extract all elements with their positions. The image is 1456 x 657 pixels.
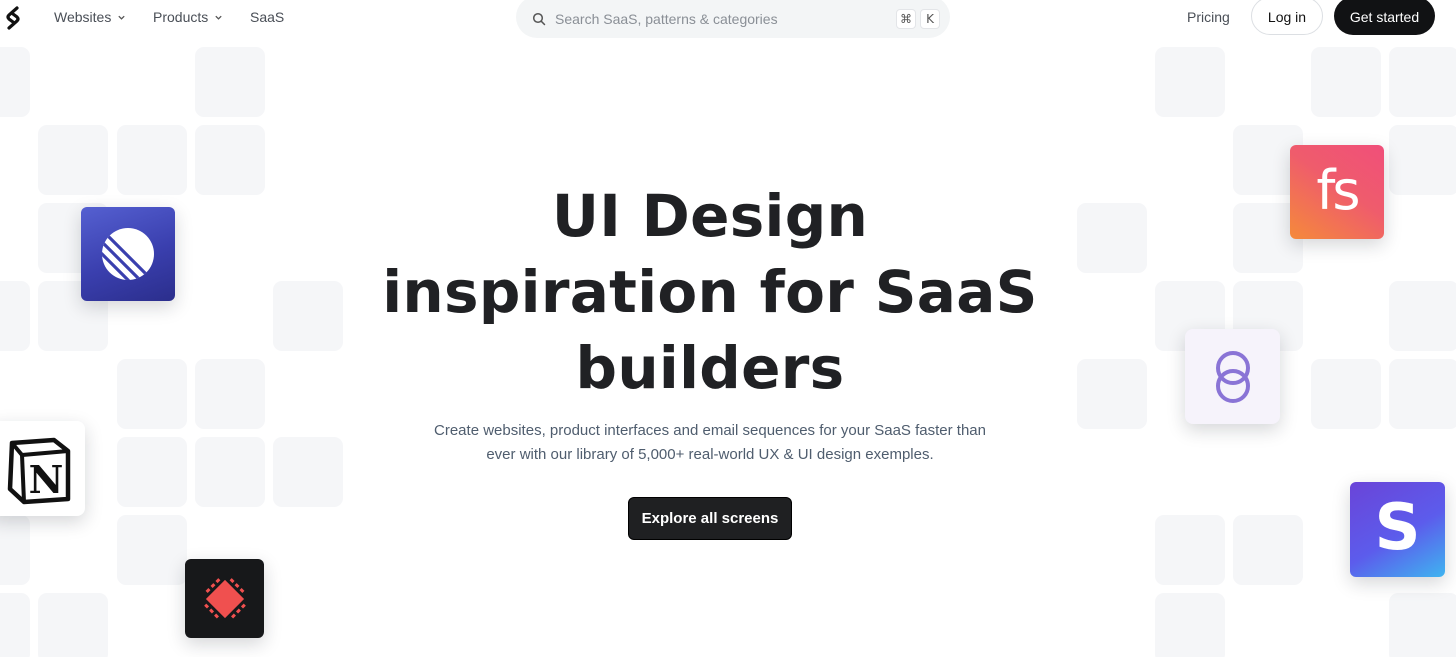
- nav-saas-link[interactable]: SaaS: [250, 9, 284, 25]
- background-tile: [195, 47, 265, 117]
- background-tile: [1311, 47, 1381, 117]
- background-tile: [0, 47, 30, 117]
- fs-logo-icon: fs: [1316, 158, 1360, 222]
- background-tile: [117, 515, 187, 585]
- linear-logo-icon: [102, 228, 154, 280]
- background-tile: [0, 515, 30, 585]
- nav-websites-menu[interactable]: Websites: [54, 9, 126, 25]
- background-tile: [38, 125, 108, 195]
- background-tile: [273, 281, 343, 351]
- background-tile: [1155, 515, 1225, 585]
- stripe-app-tile[interactable]: S: [1350, 482, 1445, 577]
- hero-title: UI Design inspiration for SaaS builders: [380, 178, 1040, 406]
- search-input[interactable]: [555, 11, 892, 27]
- background-tile: [117, 359, 187, 429]
- background-tile: [0, 593, 30, 657]
- background-tile: [1077, 359, 1147, 429]
- rings-app-tile[interactable]: [1185, 329, 1280, 424]
- background-tile: [195, 359, 265, 429]
- chevron-down-icon: [215, 15, 222, 20]
- background-tile: [1389, 359, 1456, 429]
- cmd-key-badge: ⌘: [896, 9, 916, 29]
- background-tile: [273, 437, 343, 507]
- linear-app-tile[interactable]: [81, 207, 175, 301]
- red-diamond-logo-icon: [203, 577, 246, 620]
- background-tile: [1155, 47, 1225, 117]
- background-tile: [1077, 203, 1147, 273]
- background-tile: [1389, 125, 1456, 195]
- fs-app-tile[interactable]: fs: [1290, 145, 1384, 239]
- background-tile: [117, 125, 187, 195]
- notion-logo-icon: N: [7, 437, 70, 504]
- hero-subtitle-line: Create websites, product interfaces and …: [434, 422, 986, 439]
- background-tile: [38, 593, 108, 657]
- notion-app-tile[interactable]: N: [0, 421, 85, 516]
- hero-title-line: inspiration for SaaS: [382, 258, 1038, 326]
- background-tile: [1389, 281, 1456, 351]
- tool-app-tile[interactable]: [185, 559, 264, 638]
- background-tile: [1389, 593, 1456, 657]
- explore-all-screens-button[interactable]: Explore all screens: [628, 497, 792, 540]
- top-nav: Websites Products SaaS ⌘ K Pricing Log i…: [0, 0, 1456, 38]
- login-button[interactable]: Log in: [1251, 0, 1323, 35]
- nav-saas-label: SaaS: [250, 9, 285, 25]
- hero-subtitle-line: ever with our library of 5,000+ real-wor…: [486, 446, 934, 463]
- pricing-link[interactable]: Pricing: [1187, 9, 1230, 25]
- background-tile: [1311, 359, 1381, 429]
- k-key-badge: K: [920, 9, 940, 29]
- hero-title-line: UI Design: [551, 182, 869, 250]
- nav-products-menu[interactable]: Products: [153, 9, 223, 25]
- hero-section: UI Design inspiration for SaaS builders: [380, 178, 1040, 406]
- hero-title-line: builders: [575, 334, 845, 402]
- search-icon: [532, 12, 546, 26]
- nav-websites-label: Websites: [54, 9, 112, 25]
- get-started-button[interactable]: Get started: [1334, 0, 1435, 35]
- background-tile: [195, 437, 265, 507]
- interlocked-rings-logo-icon: [1215, 350, 1250, 403]
- background-tile: [0, 281, 30, 351]
- background-tile: [195, 125, 265, 195]
- chevron-down-icon: [118, 15, 125, 20]
- stripe-logo-icon: S: [1374, 490, 1421, 565]
- nav-products-label: Products: [153, 9, 209, 25]
- hero-subtitle: Create websites, product interfaces and …: [410, 419, 1010, 467]
- search-bar[interactable]: ⌘ K: [516, 0, 950, 38]
- background-tile: [117, 437, 187, 507]
- brand-logo-icon[interactable]: [4, 6, 22, 30]
- background-tile: [1389, 47, 1456, 117]
- background-tile: [1233, 515, 1303, 585]
- background-tile: [1155, 593, 1225, 657]
- notion-glyph: N: [28, 457, 63, 502]
